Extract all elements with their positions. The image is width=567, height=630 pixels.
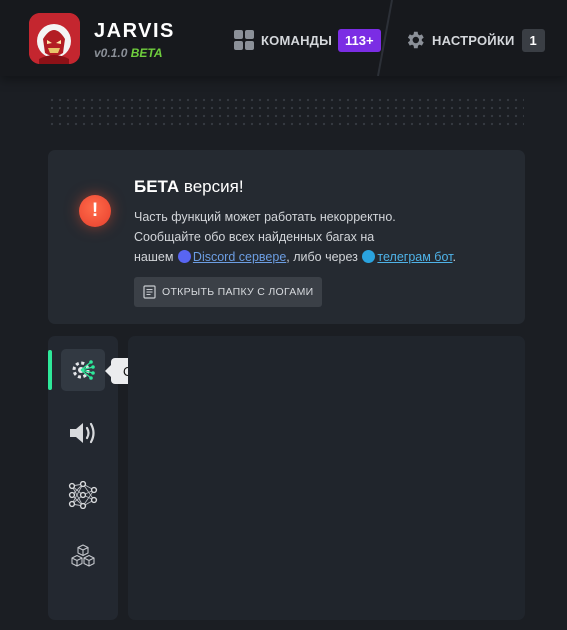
- beta-title-bold: БЕТА: [134, 177, 180, 196]
- header-divider: [377, 0, 393, 76]
- beta-notice-title: БЕТА версия!: [134, 177, 244, 197]
- app-title: JARVIS: [94, 20, 175, 42]
- dot-pattern: [48, 96, 524, 128]
- warning-icon: !: [79, 195, 111, 227]
- gear-network-icon: [72, 360, 95, 380]
- sidebar-item-sound[interactable]: [61, 412, 105, 454]
- settings-label: НАСТРОЙКИ: [432, 32, 515, 48]
- open-logs-label: ОТКРЫТЬ ПАПКУ С ЛОГАМИ: [162, 286, 314, 298]
- telegram-link[interactable]: телеграм бот: [377, 250, 452, 264]
- beta-notice-text: Часть функций может работать некорректно…: [134, 207, 504, 267]
- commands-nav-button[interactable]: КОМАНДЫ 113+: [233, 27, 381, 53]
- beta-line-3-prefix: нашем: [134, 250, 174, 264]
- commands-label: КОМАНДЫ: [261, 32, 333, 48]
- neural-network-icon: [68, 481, 98, 509]
- beta-line-1: Часть функций может работать некорректно…: [134, 210, 396, 224]
- beta-line-2: Сообщайте обо всех найденных багах на: [134, 230, 375, 244]
- active-indicator: [48, 350, 52, 390]
- sidebar: [48, 336, 118, 620]
- speaker-icon: [70, 422, 95, 444]
- beta-notice-card: ! БЕТА версия! Часть функций может работ…: [48, 150, 525, 324]
- version-channel: BETA: [130, 46, 163, 60]
- document-icon: [143, 285, 156, 299]
- sidebar-item-modules[interactable]: [61, 536, 105, 578]
- discord-icon: [177, 250, 191, 263]
- beta-line-3-end: .: [452, 250, 456, 264]
- settings-nav-button[interactable]: НАСТРОЙКИ 1: [404, 27, 545, 53]
- beta-title-rest: версия!: [183, 177, 244, 196]
- version-number: v0.1.0: [94, 46, 128, 60]
- discord-link[interactable]: Discord сервере: [193, 250, 286, 264]
- settings-count-badge: 1: [521, 28, 545, 52]
- app-version: v0.1.0 BETA: [94, 46, 163, 60]
- open-logs-button[interactable]: ОТКРЫТЬ ПАПКУ С ЛОГАМИ: [134, 277, 323, 307]
- telegram-icon: [362, 250, 376, 263]
- grid-icon: [234, 30, 254, 50]
- app-header: JARVIS v0.1.0 BETA КОМАНДЫ 113+ НАСТРОЙК…: [0, 0, 567, 76]
- commands-count-badge: 113+: [338, 28, 381, 52]
- gear-icon: [407, 31, 424, 49]
- app-logo: [29, 13, 80, 64]
- beta-line-3-middle: , либо через: [286, 250, 358, 264]
- sidebar-item-general[interactable]: [61, 349, 105, 391]
- main-content-panel: [128, 336, 525, 620]
- sidebar-item-neural[interactable]: [61, 474, 105, 516]
- cubes-icon: [71, 544, 95, 567]
